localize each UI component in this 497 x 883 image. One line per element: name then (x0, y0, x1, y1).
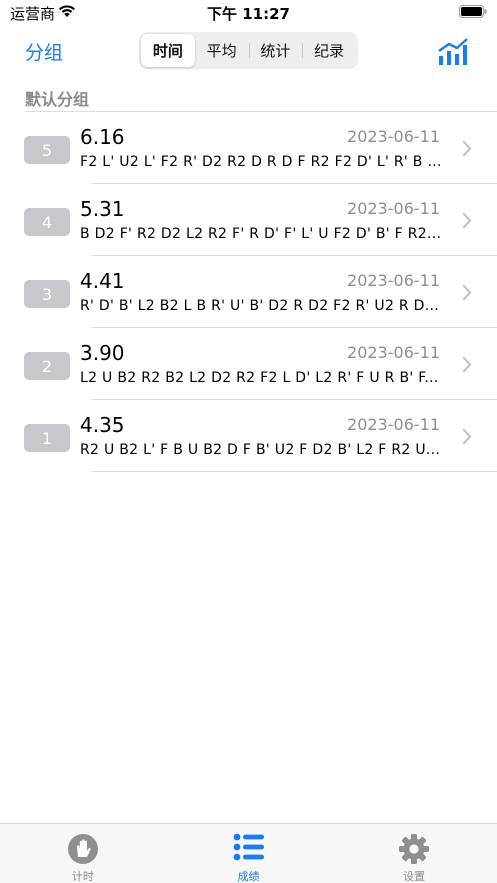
solve-list: 5 6.16 2023-06-11 F2 L' U2 L' F2 R' D2 R… (0, 112, 497, 472)
status-bar: 运营商 下午 11:27 (0, 0, 497, 26)
gear-icon (399, 834, 430, 864)
solve-scramble: L2 U B2 R2 B2 L2 D2 R2 F2 L D' L2 R' F U… (80, 370, 439, 386)
nav-bar: 分组 时间 平均 统计 纪录 (0, 26, 497, 76)
solve-row[interactable]: 2 3.90 2023-06-11 L2 U B2 R2 B2 L2 D2 R2… (0, 328, 497, 400)
segment-records[interactable]: 纪录 (302, 34, 356, 67)
chevron-right-icon (462, 284, 472, 301)
solve-index-badge: 1 (24, 424, 70, 452)
solve-date: 2023-06-11 (347, 415, 440, 434)
tab-label: 成绩 (237, 870, 260, 883)
solve-index-badge: 2 (24, 352, 70, 380)
solve-row[interactable]: 1 4.35 2023-06-11 R2 U B2 L' F B U B2 D … (0, 400, 497, 472)
solve-scramble: R2 U B2 L' F B U B2 D F B' U2 F D2 B' L2… (80, 442, 441, 458)
solve-index-badge: 5 (24, 136, 70, 164)
tab-bar: 计时 成绩 设置 (0, 823, 497, 883)
section-title: 默认分组 (25, 90, 90, 109)
chevron-right-icon (462, 356, 472, 373)
solve-row[interactable]: 4 5.31 2023-06-11 B D2 F' R2 D2 L2 R2 F'… (0, 184, 497, 256)
solve-date: 2023-06-11 (347, 199, 440, 218)
solve-time: 4.35 (80, 413, 125, 437)
solve-time: 3.90 (80, 341, 125, 365)
chevron-right-icon (462, 140, 472, 157)
screen: 运营商 下午 11:27 分组 时间 平均 统计 纪录 默认分组 5 6.16 … (0, 0, 497, 883)
tab-results[interactable]: 成绩 (166, 824, 332, 883)
solve-date: 2023-06-11 (347, 343, 440, 362)
list-icon (233, 833, 264, 861)
segment-average[interactable]: 平均 (195, 34, 249, 67)
hand-icon (67, 834, 98, 864)
clock: 下午 11:27 (207, 5, 290, 23)
solve-row[interactable]: 5 6.16 2023-06-11 F2 L' U2 L' F2 R' D2 R… (0, 112, 497, 184)
segmented-control: 时间 平均 统计 纪录 (139, 32, 358, 69)
solve-index-badge: 3 (24, 280, 70, 308)
solve-time: 4.41 (80, 269, 125, 293)
tab-label: 设置 (403, 870, 426, 883)
solve-index-badge: 4 (24, 208, 70, 236)
tab-settings[interactable]: 设置 (331, 824, 497, 883)
solve-date: 2023-06-11 (347, 127, 440, 146)
solve-scramble: F2 L' U2 L' F2 R' D2 R2 D R D F R2 F2 D'… (80, 154, 442, 170)
segment-statistics[interactable]: 统计 (248, 34, 303, 67)
solve-date: 2023-06-11 (347, 271, 440, 290)
solve-scramble: R' D' B' L2 B2 L B R' U' B' D2 R D2 F2 R… (80, 298, 440, 314)
battery-icon (459, 5, 487, 18)
chevron-right-icon (462, 428, 472, 445)
chevron-right-icon (462, 212, 472, 229)
solve-time: 5.31 (80, 197, 125, 221)
group-button[interactable]: 分组 (25, 38, 63, 65)
row-divider (91, 471, 497, 472)
segment-time[interactable]: 时间 (141, 34, 195, 67)
tab-timer[interactable]: 计时 (0, 824, 166, 883)
solve-scramble: B D2 F' R2 D2 L2 R2 F' R D' F' L' U F2 D… (80, 226, 442, 242)
tab-label: 计时 (71, 870, 94, 883)
solve-time: 6.16 (80, 125, 125, 149)
solve-row[interactable]: 3 4.41 2023-06-11 R' D' B' L2 B2 L B R' … (0, 256, 497, 328)
chart-icon[interactable] (437, 37, 469, 67)
